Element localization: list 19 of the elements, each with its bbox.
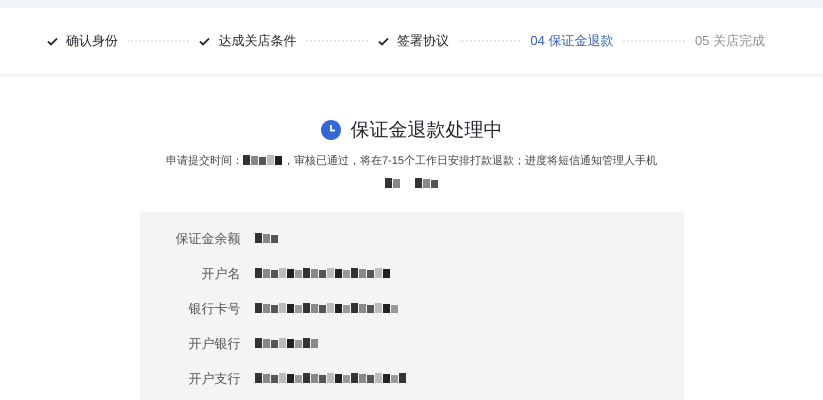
step-label: 04 保证金退款 xyxy=(530,32,614,50)
pixelation-drawing xyxy=(414,178,438,190)
pixelation-drawing xyxy=(254,338,318,350)
field-label: 保证金余额 xyxy=(174,230,240,248)
field-label: 开户银行 xyxy=(188,335,240,353)
status-title: 保证金退款处理中 xyxy=(350,119,502,143)
pixelation-drawing xyxy=(242,154,283,166)
pixelation-drawing xyxy=(254,233,278,245)
notice-text: ，审核已通过，将在7-15个工作日安排打款退款；进度将短信通知管理人手机 xyxy=(282,154,658,168)
step-label: 签署协议 xyxy=(396,32,449,50)
field-label: 开户名 xyxy=(200,265,240,283)
step-label: 确认身份 xyxy=(66,32,118,50)
field-label: 开户支行 xyxy=(188,370,240,388)
notice-text: 申请提交时间： xyxy=(166,154,243,168)
pixelation-drawing xyxy=(384,178,400,190)
step-label: 达成关店条件 xyxy=(218,32,296,50)
field-label: 银行卡号 xyxy=(188,300,240,318)
clock-icon xyxy=(320,120,340,140)
step-label: 05 关店完成 xyxy=(694,32,766,50)
